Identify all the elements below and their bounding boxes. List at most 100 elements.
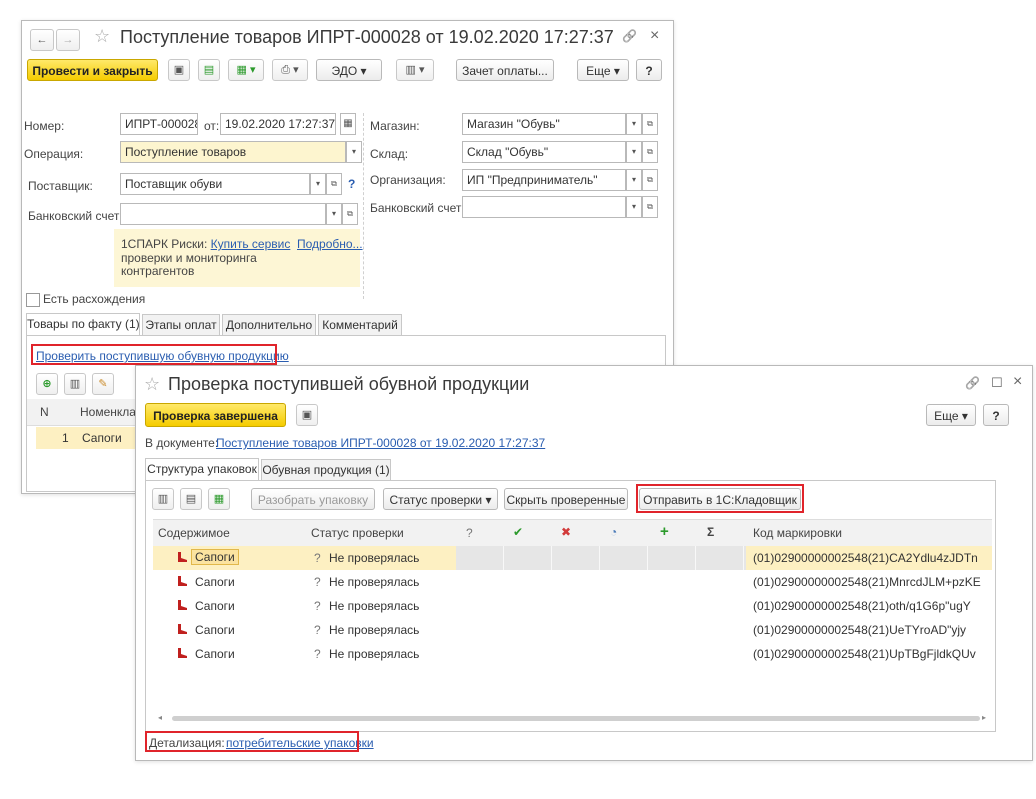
- bank-dropdown-icon[interactable]: ▾: [326, 203, 342, 225]
- operation-label: Операция:: [24, 147, 84, 161]
- supplier-open-icon[interactable]: ⧉: [326, 173, 342, 195]
- post-and-close-button[interactable]: Провести и закрыть: [27, 59, 158, 81]
- create-based-icon[interactable]: ▦ ▾: [228, 59, 264, 81]
- tab-goods-actual[interactable]: Товары по факту (1): [26, 313, 140, 336]
- bank-account-2-label: Банковский счет:: [370, 201, 465, 215]
- col-plus-icon: +: [660, 523, 669, 540]
- bank-account-field[interactable]: [120, 203, 326, 225]
- link-icon[interactable]: 🔗: [965, 376, 980, 390]
- offset-payment-button[interactable]: Зачет оплаты...: [456, 59, 554, 81]
- edo-button[interactable]: ЭДО ▾: [316, 59, 382, 81]
- supplier-help-icon[interactable]: ?: [348, 177, 355, 191]
- organization-field[interactable]: ИП "Предприниматель": [462, 169, 626, 191]
- bank-2-open-icon[interactable]: ⧉: [642, 196, 658, 218]
- bank-2-dropdown-icon[interactable]: ▾: [626, 196, 642, 218]
- col-partial-icon: ◔: [610, 525, 618, 539]
- row-status-cell: Не проверялась: [329, 575, 420, 589]
- add-row-icon[interactable]: ⊕: [36, 373, 58, 395]
- horizontal-scrollbar[interactable]: [172, 716, 980, 721]
- document-label: В документе:: [145, 436, 219, 450]
- tab-additional[interactable]: Дополнительно: [222, 314, 316, 336]
- favorite-star-icon[interactable]: ☆: [94, 26, 110, 47]
- operation-dropdown-icon[interactable]: ▾: [346, 141, 362, 163]
- spark-info-line2: проверки и мониторинга: [121, 251, 257, 265]
- warehouse-open-icon[interactable]: ⧉: [642, 141, 658, 163]
- warehouse-dropdown-icon[interactable]: ▾: [626, 141, 642, 163]
- calendar-icon[interactable]: ▦: [340, 113, 356, 135]
- back-nav-button[interactable]: ←: [30, 29, 54, 51]
- check-status-button[interactable]: Статус проверки ▾: [383, 488, 498, 510]
- discrepancy-checkbox[interactable]: [26, 293, 40, 307]
- date-field[interactable]: 19.02.2020 17:27:37: [220, 113, 336, 135]
- supplier-dropdown-icon[interactable]: ▾: [310, 173, 326, 195]
- row-content-cell: Сапоги: [191, 549, 239, 565]
- organization-open-icon[interactable]: ⧉: [642, 169, 658, 191]
- row-status-icon: ?: [314, 647, 321, 661]
- row-code-cell: (01)02900000002548(21)UeTYroAD"yjy: [753, 623, 967, 637]
- store-open-icon[interactable]: ⧉: [642, 113, 658, 135]
- barcode-scan-icon[interactable]: ▥: [152, 488, 174, 510]
- number-field[interactable]: ИПРТ-000028: [120, 113, 198, 135]
- print-icon[interactable]: ⎙ ▾: [272, 59, 308, 81]
- spark-buy-link[interactable]: Купить сервис: [211, 237, 291, 251]
- col-code-header: Код маркировки: [753, 526, 842, 540]
- window-title: Поступление товаров ИПРТ-000028 от 19.02…: [120, 27, 614, 47]
- edit-icon[interactable]: ✎: [92, 373, 114, 395]
- spark-info-line3: контрагентов: [121, 264, 195, 278]
- number-label: Номер:: [24, 119, 65, 133]
- col-question-icon: ?: [466, 526, 473, 540]
- grid-header: [153, 519, 992, 547]
- tsd-icon[interactable]: ▤: [180, 488, 202, 510]
- col-content-header: Содержимое: [158, 526, 230, 540]
- post-icon[interactable]: ▤: [198, 59, 220, 81]
- hide-checked-button[interactable]: Скрыть проверенные: [504, 488, 628, 510]
- row-status-cell: Не проверялась: [329, 599, 420, 613]
- store-field[interactable]: Магазин "Обувь": [462, 113, 626, 135]
- barcode-icon[interactable]: ▥: [64, 373, 86, 395]
- supplier-field[interactable]: Поставщик обуви: [120, 173, 310, 195]
- bank-open-icon[interactable]: ⧉: [342, 203, 358, 225]
- tab-payment-stages[interactable]: Этапы оплат: [142, 314, 220, 336]
- highlight-send-button: [636, 484, 804, 513]
- document-link[interactable]: Поступление товаров ИПРТ-000028 от 19.02…: [216, 436, 545, 450]
- save-icon[interactable]: ▣: [296, 404, 318, 426]
- col-error-icon: ✖: [561, 525, 572, 539]
- tab-package-structure[interactable]: Структура упаковок: [145, 458, 259, 481]
- reports-icon[interactable]: ▥ ▾: [396, 59, 434, 81]
- scroll-right-icon[interactable]: ▸: [982, 713, 986, 722]
- boot-icon: [178, 576, 187, 586]
- store-dropdown-icon[interactable]: ▾: [626, 113, 642, 135]
- excel-icon[interactable]: ▦: [208, 488, 230, 510]
- highlight-check-link: [31, 344, 277, 365]
- operation-field[interactable]: Поступление товаров: [120, 141, 346, 163]
- col-status-header: Статус проверки: [311, 526, 404, 540]
- help-button[interactable]: ?: [983, 404, 1009, 426]
- organization-dropdown-icon[interactable]: ▾: [626, 169, 642, 191]
- maximize-icon[interactable]: ☐: [991, 375, 1003, 391]
- link-icon[interactable]: 🔗: [622, 29, 637, 43]
- scroll-left-icon[interactable]: ◂: [158, 713, 162, 722]
- help-button[interactable]: ?: [636, 59, 662, 81]
- boot-icon: [178, 552, 187, 562]
- check-done-button[interactable]: Проверка завершена: [145, 403, 286, 427]
- tab-comment[interactable]: Комментарий: [318, 314, 402, 336]
- unpack-button[interactable]: Разобрать упаковку: [251, 488, 375, 510]
- favorite-star-icon[interactable]: ☆: [144, 374, 160, 395]
- row-code-cell: (01)02900000002548(21)CA2Ydlu4zJDTn: [753, 551, 978, 565]
- spark-details-link[interactable]: Подробно...: [297, 237, 363, 251]
- close-icon[interactable]: ×: [1013, 373, 1022, 391]
- row-n-cell: 1: [62, 431, 69, 445]
- bank-account-2-field[interactable]: [462, 196, 626, 218]
- save-icon[interactable]: ▣: [168, 59, 190, 81]
- more-button[interactable]: Еще ▾: [926, 404, 976, 426]
- col-n-header: N: [40, 405, 49, 419]
- forward-nav-button[interactable]: →: [56, 29, 80, 51]
- more-button[interactable]: Еще ▾: [577, 59, 629, 81]
- close-icon[interactable]: ×: [650, 27, 659, 45]
- warehouse-field[interactable]: Склад "Обувь": [462, 141, 626, 163]
- highlight-detail-link: [145, 731, 359, 752]
- spark-prefix: 1СПАРК Риски:: [121, 237, 208, 251]
- tab-shoe-products[interactable]: Обувная продукция (1): [261, 459, 391, 481]
- row-name-cell: Сапоги: [82, 431, 122, 445]
- row-content-cell: Сапоги: [195, 575, 235, 589]
